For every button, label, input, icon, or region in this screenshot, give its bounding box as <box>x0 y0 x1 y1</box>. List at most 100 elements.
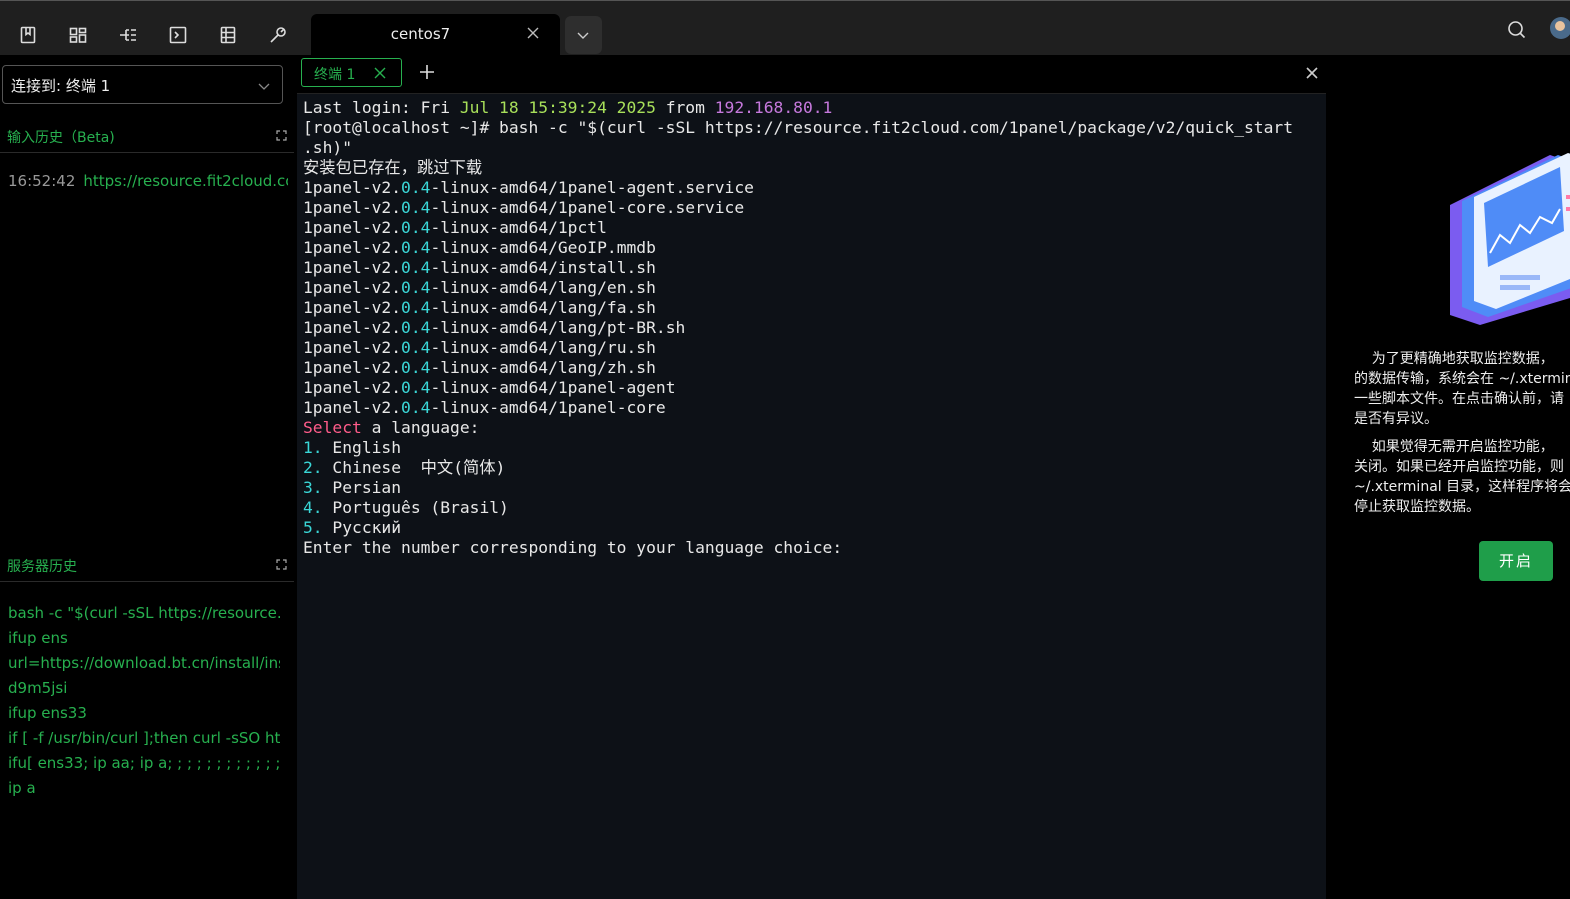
terminal-text: 安装包已存在，跳过下载 <box>303 158 483 177</box>
wrench-icon[interactable] <box>268 25 288 45</box>
session-tab[interactable]: centos7 <box>311 14 560 56</box>
terminal-line: Last login: Fri Jul 18 15:39:24 2025 fro… <box>303 98 1323 118</box>
divider <box>0 152 294 153</box>
terminal-tab-label: 终端 1 <box>314 67 356 83</box>
terminal-text: 0.4 <box>401 398 431 417</box>
list-item[interactable]: ifup ens <box>8 626 280 651</box>
search-icon[interactable] <box>1507 20 1527 40</box>
terminal-text: Last login: Fri <box>303 98 460 117</box>
terminal-line: 1panel-v2.0.4-linux-amd64/1panel-core.se… <box>303 198 1323 218</box>
terminal-text: 0.4 <box>401 298 431 317</box>
terminal-line: 2. Chinese 中文(简体) <box>303 458 1323 478</box>
expand-icon[interactable] <box>276 130 287 141</box>
terminal-text: 0.4 <box>401 338 431 357</box>
connect-target-label: 连接到: 终端 1 <box>11 77 111 95</box>
tree-icon[interactable] <box>118 25 138 45</box>
terminal-line: 1panel-v2.0.4-linux-amd64/GeoIP.mmdb <box>303 238 1323 258</box>
monitor-illustration <box>1450 153 1570 325</box>
terminal-text: 0.4 <box>401 258 431 277</box>
terminal-line: 4. Português (Brasil) <box>303 498 1323 518</box>
terminal-text: .sh)" <box>303 138 353 157</box>
terminal-text: 0.4 <box>401 278 431 297</box>
avatar[interactable] <box>1550 17 1570 39</box>
terminal-line: Select a language: <box>303 418 1323 438</box>
terminal-line: 1panel-v2.0.4-linux-amd64/lang/en.sh <box>303 278 1323 298</box>
enable-monitor-button[interactable]: 开启 <box>1479 541 1553 581</box>
close-icon[interactable] <box>526 26 540 40</box>
list-item[interactable]: if [ -f /usr/bin/curl ];then curl -sSO h… <box>8 726 280 751</box>
terminal-text: English <box>322 438 402 457</box>
monitor-info-text-1: 为了更精确地获取监控数据， 的数据传输，系统会在 ~/.xterminal 一些… <box>1354 351 1570 427</box>
list-item[interactable]: ip a <box>8 776 280 801</box>
terminal-panel[interactable]: 终端 1 Last login: Fri Jul 18 15:39:24 202… <box>297 55 1326 899</box>
terminal-line: 1panel-v2.0.4-linux-amd64/1panel-agent.s… <box>303 178 1323 198</box>
terminal-text: -linux-amd64/lang/ru.sh <box>430 338 656 357</box>
history-command: https://resource.fit2cloud.com/1panel/pa… <box>83 172 288 190</box>
layout-icon[interactable] <box>68 25 88 45</box>
terminal-line: 1panel-v2.0.4-linux-amd64/1pctl <box>303 218 1323 238</box>
list-item[interactable]: d9m5jsi <box>8 676 280 701</box>
terminal-text: Persian <box>322 478 402 497</box>
terminal-line: 1panel-v2.0.4-linux-amd64/install.sh <box>303 258 1323 278</box>
terminal-text: Jul 18 15:39:24 2025 <box>459 98 656 117</box>
terminal-text: -linux-amd64/1panel-core <box>430 398 666 417</box>
terminal-line: 1panel-v2.0.4-linux-amd64/1panel-agent <box>303 378 1323 398</box>
connect-target-select[interactable]: 连接到: 终端 1 <box>2 65 283 104</box>
tab-terminal-1[interactable]: 终端 1 <box>301 58 402 87</box>
terminal-line: [root@localhost ~]# bash -c "$(curl -sSL… <box>303 118 1323 138</box>
terminal-text: Select <box>303 418 362 437</box>
session-tab-title: centos7 <box>390 25 451 43</box>
terminal-text: 3. <box>303 478 323 497</box>
terminal-text: 1. <box>303 438 323 457</box>
chevron-down-icon <box>577 32 589 39</box>
terminal-line: 3. Persian <box>303 478 1323 498</box>
terminal-tab-bar: 终端 1 <box>297 55 1326 94</box>
server-history-title: 服务器历史 <box>7 559 77 575</box>
terminal-text: Enter the number corresponding to your l… <box>303 538 843 557</box>
terminal-line: 1panel-v2.0.4-linux-amd64/lang/pt-BR.sh <box>303 318 1323 338</box>
terminal-text: -linux-amd64/install.sh <box>430 258 656 277</box>
terminal-line: Enter the number corresponding to your l… <box>303 538 1323 558</box>
add-tab-icon[interactable] <box>420 65 434 79</box>
close-icon[interactable] <box>1306 67 1318 79</box>
terminal-text: Português (Brasil) <box>322 498 509 517</box>
terminal-text: -linux-amd64/GeoIP.mmdb <box>430 238 656 257</box>
sidebar: 连接到: 终端 1 输入历史（Beta) 16:52:42 https://res… <box>0 55 294 899</box>
list-item[interactable]: url=https://download.bt.cn/install/insta… <box>8 651 280 676</box>
monitor-info-text-2: 如果觉得无需开启监控功能， 关闭。如果已经开启监控功能，则 ~/.xtermin… <box>1354 439 1570 515</box>
terminal-text: 4. <box>303 498 323 517</box>
terminal-text: 0.4 <box>401 318 431 337</box>
terminal-text: 192.168.80.1 <box>714 98 833 117</box>
terminal-text: 1panel-v2. <box>303 298 402 317</box>
top-bar: centos7 <box>0 0 1570 56</box>
terminal-text: 5. <box>303 518 323 537</box>
list-item[interactable]: ifu[ ens33; ip aa; ip a; ; ; ; ; ; ; ; ;… <box>8 751 280 776</box>
terminal-output[interactable]: Last login: Fri Jul 18 15:39:24 2025 fro… <box>303 98 1323 558</box>
terminal-line: 5. Русский <box>303 518 1323 538</box>
terminal-line: .sh)" <box>303 138 1323 158</box>
terminal-text: Chinese 中文(简体) <box>322 458 506 477</box>
terminal-text: 0.4 <box>401 178 431 197</box>
terminal-line: 1panel-v2.0.4-linux-amd64/1panel-core <box>303 398 1323 418</box>
terminal-text: -linux-amd64/lang/en.sh <box>430 278 656 297</box>
terminal-text: 1panel-v2. <box>303 338 402 357</box>
list-item[interactable]: bash -c "$(curl -sSL https://resource.fi… <box>8 601 280 626</box>
terminal-text: -linux-amd64/1panel-agent <box>430 378 676 397</box>
tab-dropdown-button[interactable] <box>565 16 602 54</box>
terminal-text: 2. <box>303 458 323 477</box>
close-icon[interactable] <box>374 67 386 79</box>
terminal-text: -linux-amd64/lang/fa.sh <box>430 298 656 317</box>
list-item[interactable]: ifup ens33 <box>8 701 280 726</box>
input-history-item[interactable]: 16:52:42 https://resource.fit2cloud.com/1… <box>8 172 288 190</box>
input-history-title: 输入历史（Beta) <box>7 130 115 146</box>
terminal-text: 0.4 <box>401 378 431 397</box>
server-history-list: bash -c "$(curl -sSL https://resource.fi… <box>8 601 280 801</box>
terminal-text: 1panel-v2. <box>303 238 402 257</box>
expand-icon[interactable] <box>276 559 287 570</box>
terminal-text: 1panel-v2. <box>303 278 402 297</box>
terminal-text: 1panel-v2. <box>303 398 402 417</box>
list-icon[interactable] <box>218 25 238 45</box>
bookmark-icon[interactable] <box>18 25 38 45</box>
terminal-text: 1panel-v2. <box>303 198 402 217</box>
terminal-box-icon[interactable] <box>168 25 188 45</box>
